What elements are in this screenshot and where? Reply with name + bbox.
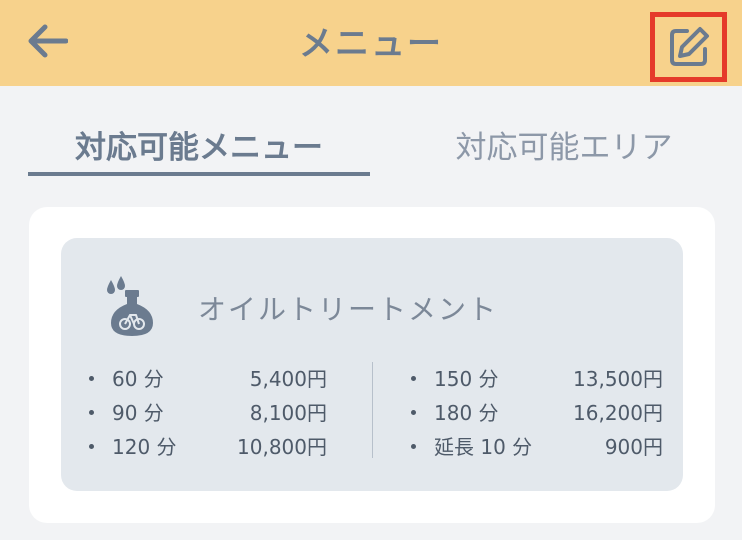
bullet-icon <box>411 444 416 449</box>
service-oil-treatment[interactable]: オイルトリートメント 60 分 5,400円 90 分 8,100円 120 分… <box>61 238 683 491</box>
tab-bar: 対応可能メニュー 対応可能エリア <box>28 120 714 176</box>
price-row: 180 分 16,200円 <box>411 396 663 430</box>
bullet-icon <box>89 376 94 381</box>
tab-available-area[interactable]: 対応可能エリア <box>414 120 714 176</box>
tab-available-menu[interactable]: 対応可能メニュー <box>28 120 370 176</box>
price: 5,400円 <box>249 367 327 391</box>
price-row: 120 分 10,800円 <box>89 430 327 464</box>
edit-button[interactable] <box>650 12 727 82</box>
bullet-icon <box>89 410 94 415</box>
bullet-icon <box>411 410 416 415</box>
price-list-left: 60 分 5,400円 90 分 8,100円 120 分 10,800円 <box>89 362 327 464</box>
app-header: メニュー <box>0 0 742 86</box>
price-row: 90 分 8,100円 <box>89 396 327 430</box>
price-list-right: 150 分 13,500円 180 分 16,200円 延長 10 分 900円 <box>411 362 663 464</box>
duration: 延長 10 分 <box>434 435 533 459</box>
duration: 150 分 <box>434 367 499 391</box>
menu-card: オイルトリートメント 60 分 5,400円 90 分 8,100円 120 分… <box>29 207 715 523</box>
duration: 180 分 <box>434 401 499 425</box>
oil-bottle-icon <box>107 276 153 336</box>
bullet-icon <box>411 376 416 381</box>
price: 13,500円 <box>573 367 663 391</box>
duration: 120 分 <box>112 435 177 459</box>
price: 8,100円 <box>249 401 327 425</box>
service-name: オイルトリートメント <box>198 293 499 326</box>
price: 10,800円 <box>237 435 327 459</box>
duration: 90 分 <box>112 401 164 425</box>
price: 16,200円 <box>573 401 663 425</box>
pencil-square-icon <box>669 27 709 66</box>
column-divider <box>372 362 373 458</box>
price-row: 150 分 13,500円 <box>411 362 663 396</box>
active-tab-indicator <box>28 172 370 176</box>
price-row: 60 分 5,400円 <box>89 362 327 396</box>
page-title: メニュー <box>299 24 443 64</box>
price: 900円 <box>604 435 663 459</box>
duration: 60 分 <box>112 367 164 391</box>
bullet-icon <box>89 444 94 449</box>
price-row: 延長 10 分 900円 <box>411 430 663 464</box>
